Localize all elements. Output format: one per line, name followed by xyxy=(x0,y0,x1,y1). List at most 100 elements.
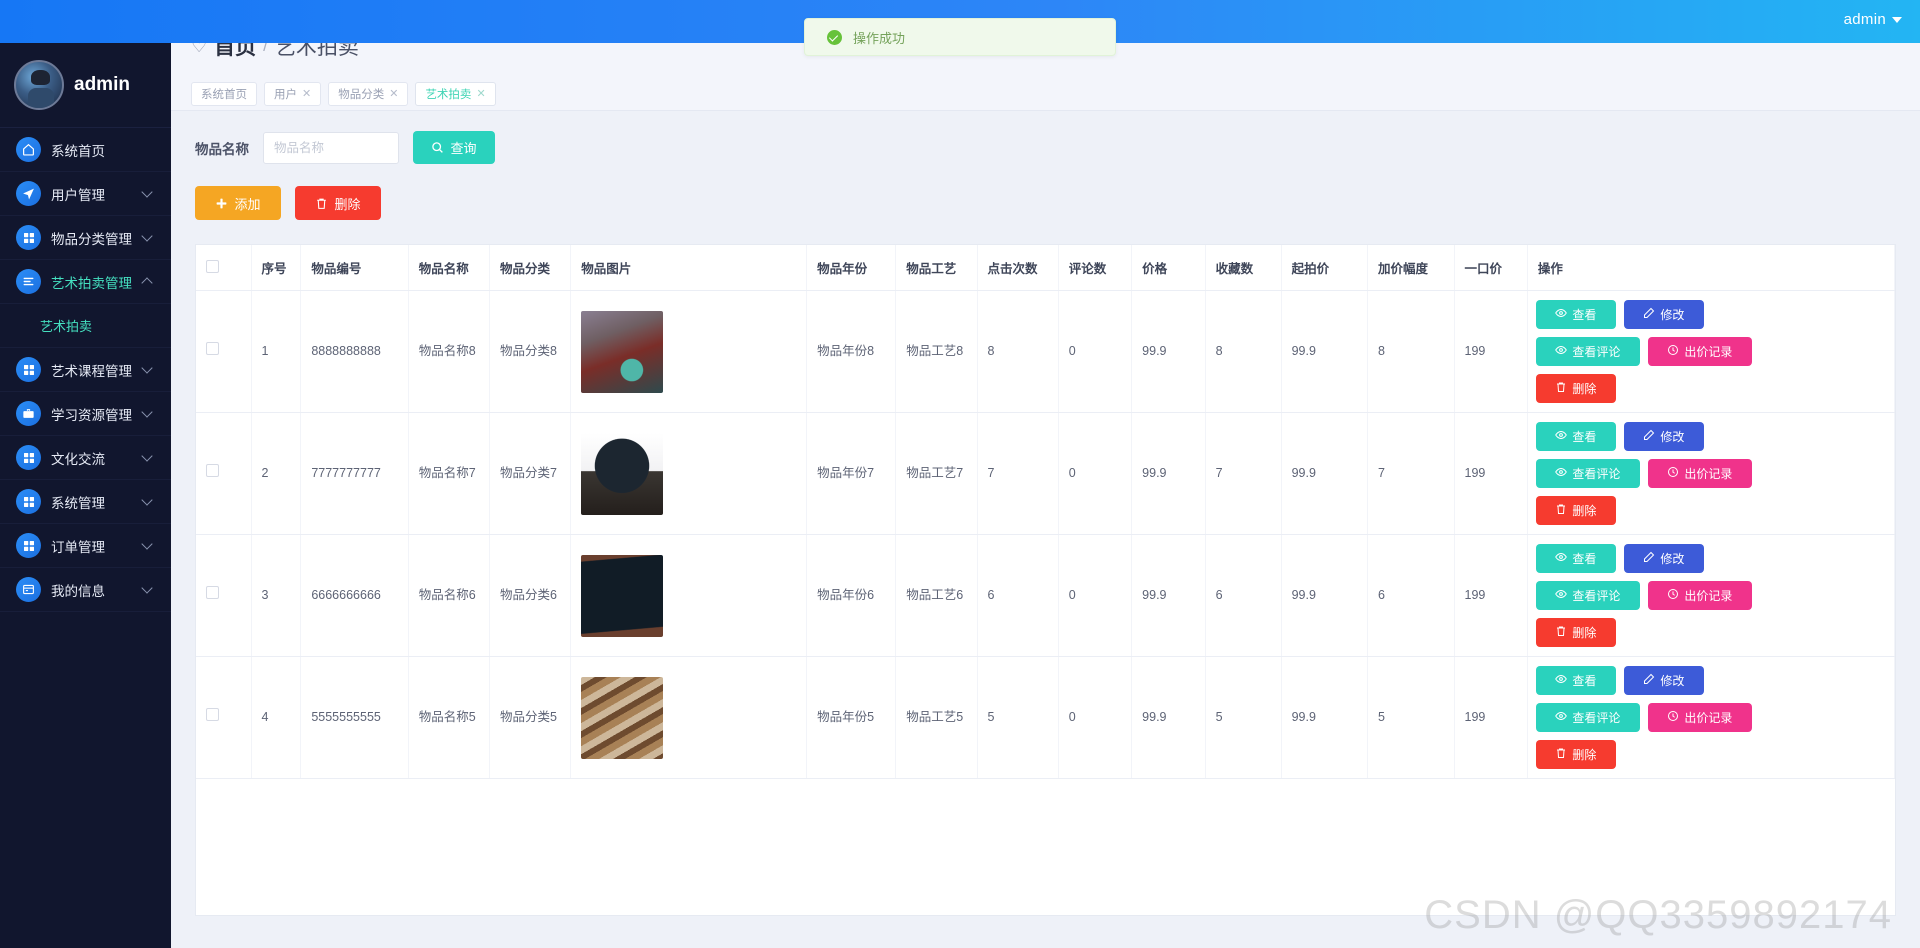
user-avatar-icon xyxy=(14,60,64,110)
column-clicks: 点击次数 xyxy=(977,245,1058,291)
view-comments-button-label: 查看评论 xyxy=(1572,587,1620,604)
close-icon[interactable]: ✕ xyxy=(389,87,398,100)
item-thumbnail[interactable] xyxy=(581,677,663,759)
sidebar-item-learning-resource-management[interactable]: 学习资源管理 xyxy=(0,392,171,436)
cell-favorites: 7 xyxy=(1205,413,1281,535)
tab-system-home[interactable]: 系统首页 xyxy=(191,82,257,106)
view-button[interactable]: 查看 xyxy=(1536,300,1616,329)
row-delete-button[interactable]: 删除 xyxy=(1536,740,1616,769)
user-menu[interactable]: admin xyxy=(1844,11,1902,28)
cell-code: 7777777777 xyxy=(301,413,408,535)
sidebar-item-order-management[interactable]: 订单管理 xyxy=(0,524,171,568)
close-icon[interactable]: ✕ xyxy=(476,87,485,100)
sidebar-item-art-auction-management[interactable]: 艺术拍卖管理 xyxy=(0,260,171,304)
view-comments-button[interactable]: 查看评论 xyxy=(1536,459,1640,488)
tab-category[interactable]: 物品分类 ✕ xyxy=(328,82,408,106)
search-input[interactable] xyxy=(263,132,399,164)
row-checkbox[interactable] xyxy=(206,708,219,721)
query-button-label: 查询 xyxy=(450,138,476,157)
row-checkbox[interactable] xyxy=(206,342,219,355)
sidebar-item-art-course-management[interactable]: 艺术课程管理 xyxy=(0,348,171,392)
tab-art-auction[interactable]: 艺术拍卖 ✕ xyxy=(415,82,495,106)
row-delete-button[interactable]: 删除 xyxy=(1536,374,1616,403)
row-checkbox[interactable] xyxy=(206,464,219,477)
sidebar-item-culture-exchange[interactable]: 文化交流 xyxy=(0,436,171,480)
chevron-down-icon xyxy=(141,538,152,549)
sidebar-item-label: 用户管理 xyxy=(51,184,133,204)
item-thumbnail[interactable] xyxy=(581,311,663,393)
bid-history-button-label: 出价记录 xyxy=(1684,709,1732,726)
column-category: 物品分类 xyxy=(490,245,571,291)
row-checkbox[interactable] xyxy=(206,586,219,599)
eye-icon xyxy=(1555,307,1567,322)
sidebar-item-system-management[interactable]: 系统管理 xyxy=(0,480,171,524)
breadcrumb-home[interactable]: 首页 xyxy=(214,43,256,61)
column-buyout: 一口价 xyxy=(1454,245,1527,291)
cell-start-price: 99.9 xyxy=(1281,657,1367,779)
cell-name: 物品名称7 xyxy=(408,413,489,535)
bid-history-button[interactable]: 出价记录 xyxy=(1648,459,1752,488)
pencil-icon xyxy=(1643,673,1655,688)
view-button[interactable]: 查看 xyxy=(1536,422,1616,451)
sidebar-item-category-management[interactable]: 物品分类管理 xyxy=(0,216,171,260)
view-comments-button[interactable]: 查看评论 xyxy=(1536,337,1640,366)
grid-icon xyxy=(16,445,41,470)
cell-buyout: 199 xyxy=(1454,657,1527,779)
bid-history-button[interactable]: 出价记录 xyxy=(1648,703,1752,732)
item-thumbnail[interactable] xyxy=(581,433,663,515)
eye-icon xyxy=(1555,588,1567,603)
sidebar-item-home[interactable]: 系统首页 xyxy=(0,128,171,172)
chevron-down-icon xyxy=(1892,17,1902,23)
bid-history-button[interactable]: 出价记录 xyxy=(1648,581,1752,610)
eye-icon xyxy=(1555,673,1567,688)
sidebar-subitem-art-auction[interactable]: 艺术拍卖 xyxy=(0,304,171,348)
trash-icon xyxy=(1555,503,1567,518)
chevron-down-icon xyxy=(141,186,152,197)
trash-icon xyxy=(1555,625,1567,640)
close-icon[interactable]: ✕ xyxy=(302,87,311,100)
view-button[interactable]: 查看 xyxy=(1536,544,1616,573)
cell-year: 物品年份6 xyxy=(807,535,896,657)
edit-button[interactable]: 修改 xyxy=(1624,422,1704,451)
clock-icon xyxy=(1667,466,1679,481)
row-delete-button[interactable]: 删除 xyxy=(1536,496,1616,525)
action-row: 查看评论出价记录 xyxy=(1536,459,1886,488)
delete-button[interactable]: 删除 xyxy=(295,186,381,220)
query-button[interactable]: 查询 xyxy=(413,131,495,164)
edit-button[interactable]: 修改 xyxy=(1624,300,1704,329)
edit-button[interactable]: 修改 xyxy=(1624,544,1704,573)
cell-price: 99.9 xyxy=(1132,291,1205,413)
item-thumbnail[interactable] xyxy=(581,555,663,637)
cell-comments: 0 xyxy=(1058,657,1131,779)
view-button[interactable]: 查看 xyxy=(1536,666,1616,695)
column-price: 价格 xyxy=(1132,245,1205,291)
row-delete-button[interactable]: 删除 xyxy=(1536,618,1616,647)
cell-code: 8888888888 xyxy=(301,291,408,413)
cell-price: 99.9 xyxy=(1132,535,1205,657)
table-row: 27777777777物品名称7物品分类7物品年份7物品工艺77099.9799… xyxy=(196,413,1895,535)
edit-button[interactable]: 修改 xyxy=(1624,666,1704,695)
sidebar-profile[interactable]: admin xyxy=(0,43,171,128)
sidebar-item-label: 系统管理 xyxy=(51,492,133,512)
home-icon xyxy=(16,137,41,162)
cell-category: 物品分类5 xyxy=(490,657,571,779)
add-button[interactable]: 添加 xyxy=(195,186,281,220)
cell-clicks: 5 xyxy=(977,657,1058,779)
sidebar-item-my-info[interactable]: 我的信息 xyxy=(0,568,171,612)
grid-icon xyxy=(16,357,41,382)
view-comments-button[interactable]: 查看评论 xyxy=(1536,581,1640,610)
cell-clicks: 8 xyxy=(977,291,1058,413)
sidebar-item-user-management[interactable]: 用户管理 xyxy=(0,172,171,216)
action-row: 查看修改 xyxy=(1536,544,1886,573)
view-comments-button[interactable]: 查看评论 xyxy=(1536,703,1640,732)
bid-history-button[interactable]: 出价记录 xyxy=(1648,337,1752,366)
cell-buyout: 199 xyxy=(1454,291,1527,413)
tab-user[interactable]: 用户 ✕ xyxy=(264,82,321,106)
sidebar-item-label: 系统首页 xyxy=(51,140,171,160)
select-all-checkbox[interactable] xyxy=(206,260,219,273)
heart-icon: ♡ xyxy=(191,43,207,55)
sidebar-item-label: 订单管理 xyxy=(51,536,133,556)
clock-icon xyxy=(1667,710,1679,725)
action-row: 查看评论 出价记录 xyxy=(1536,703,1886,732)
briefcase-icon xyxy=(16,401,41,426)
